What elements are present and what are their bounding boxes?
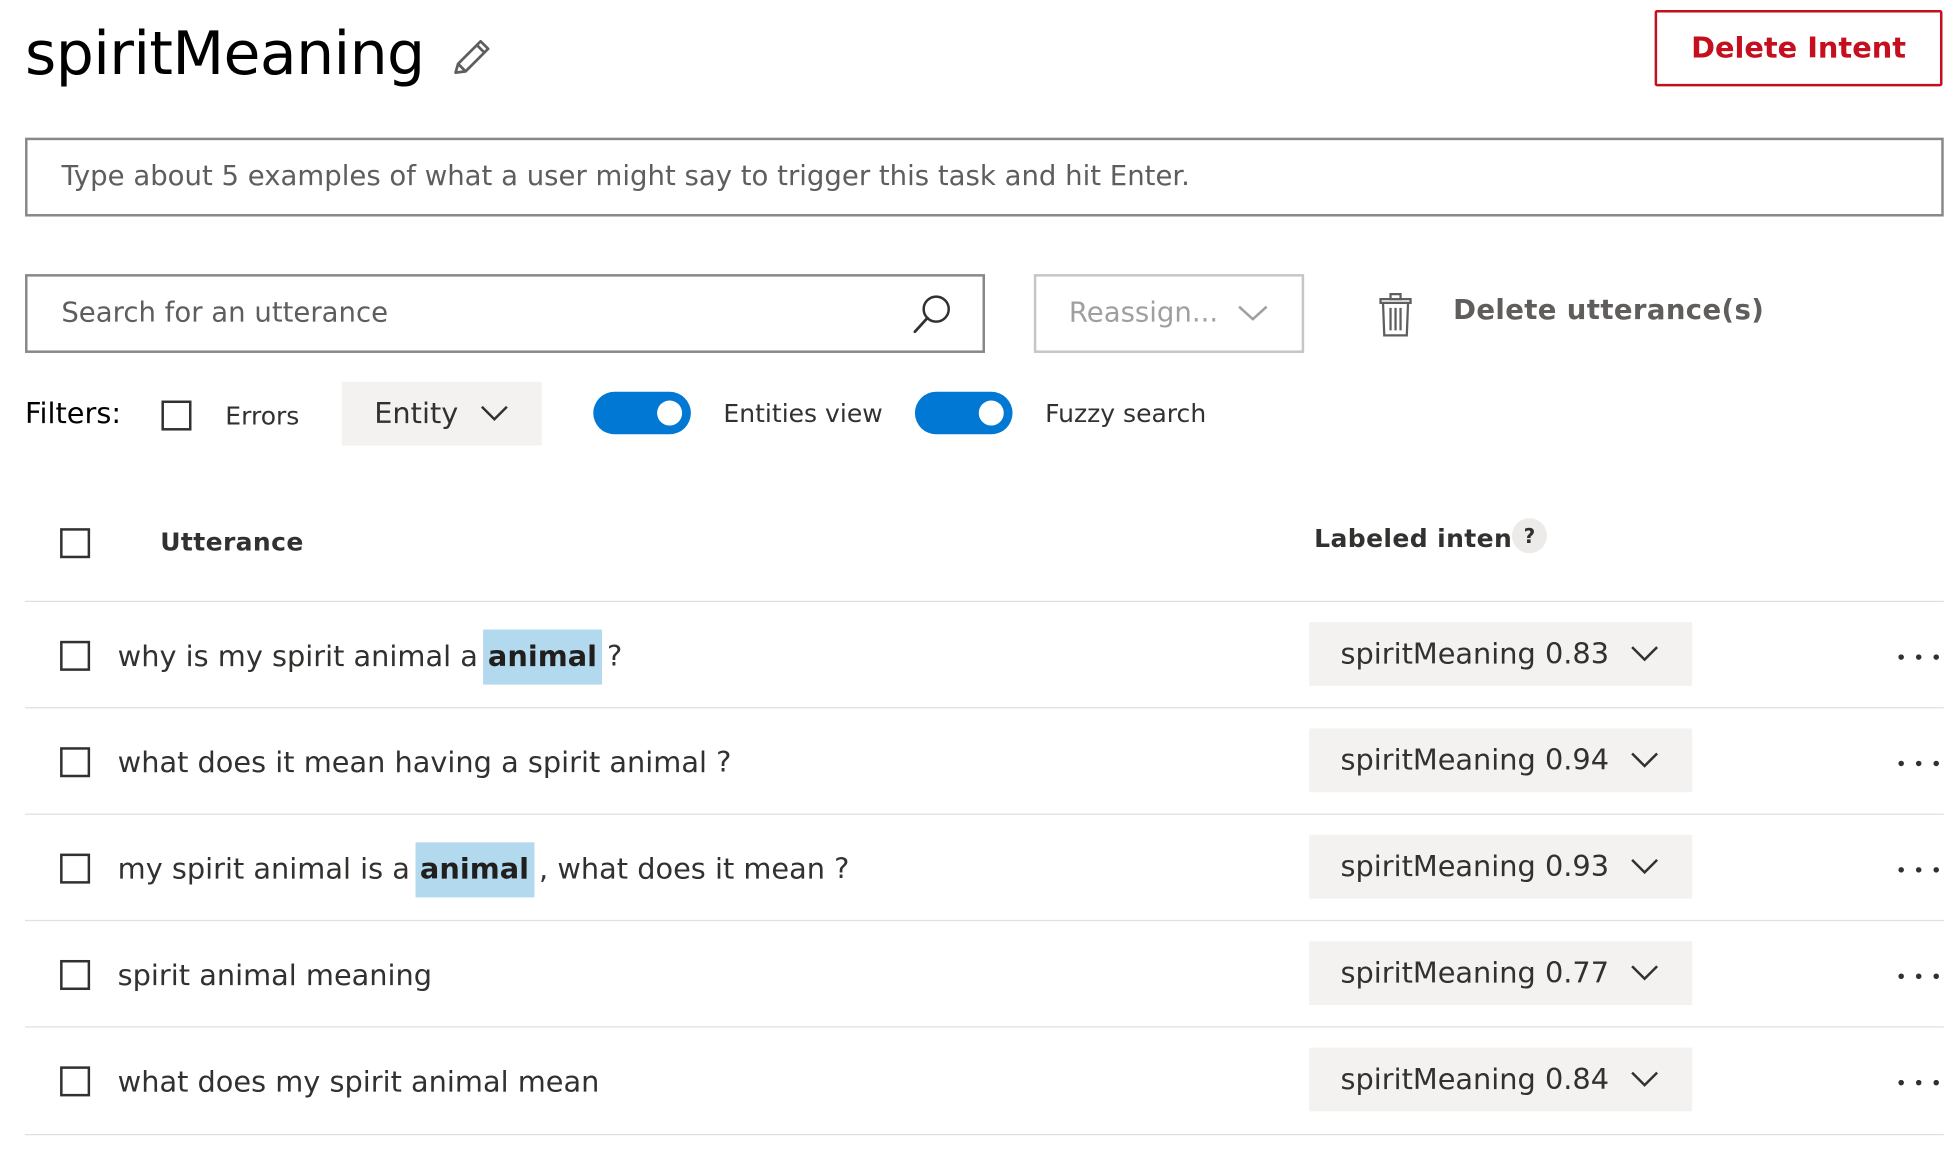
utterance-segment: what does it mean having a spirit animal…	[117, 747, 732, 780]
chevron-down-icon	[1631, 1071, 1659, 1087]
utterance-text: what does my spirit animal mean	[118, 1055, 600, 1110]
row-checkbox[interactable]	[60, 640, 91, 671]
more-icon[interactable]	[1894, 959, 1944, 989]
chevron-down-icon	[1631, 752, 1659, 768]
more-icon[interactable]	[1894, 746, 1944, 776]
more-icon[interactable]	[1894, 852, 1944, 882]
row-checkbox[interactable]	[60, 853, 91, 884]
entity-label[interactable]: animal	[414, 842, 535, 898]
chevron-down-icon	[1631, 858, 1659, 875]
pencil-icon[interactable]	[448, 34, 496, 82]
utterance-segment: , what does it mean ?	[539, 853, 850, 887]
chevron-down-icon	[1631, 646, 1659, 662]
table-row[interactable]: what does my spirit animal mean spiritMea…	[25, 1026, 1944, 1136]
page-title: spiritMeaning	[25, 18, 425, 89]
row-checkbox[interactable]	[60, 747, 91, 778]
chevron-down-icon	[1238, 305, 1268, 321]
labeled-intent-dropdown[interactable]: spiritMeaning 0.93	[1309, 834, 1693, 899]
entities-view-toggle[interactable]	[593, 391, 691, 435]
table-row[interactable]: why is my spirit animal a animal? spiritMe…	[25, 600, 1944, 709]
utterance-column-header[interactable]: Utterance	[160, 527, 304, 557]
utterance-segment: my spirit animal is a	[117, 853, 410, 887]
errors-label: Errors	[225, 400, 300, 431]
help-icon[interactable]: ?	[1511, 518, 1547, 554]
labeled-intent-column-header[interactable]: Labeled intent	[1314, 523, 1524, 553]
labeled-intent-value: spiritMeaning 0.93	[1340, 850, 1610, 884]
entities-view-label: Entities view	[723, 398, 883, 429]
utterance-text: my spirit animal is a animal, what does i…	[117, 842, 850, 898]
table-row[interactable]: my spirit animal is a animal, what does i…	[25, 813, 1944, 922]
select-all-checkbox[interactable]	[60, 528, 91, 559]
entity-filter-dropdown[interactable]: Entity	[341, 381, 542, 446]
fuzzy-search-label: Fuzzy search	[1045, 398, 1207, 429]
labeled-intent-value: spiritMeaning 0.77	[1340, 956, 1610, 990]
chevron-down-icon	[480, 405, 508, 422]
utterance-text: what does it mean having a spirit animal…	[118, 736, 732, 791]
chevron-down-icon	[1631, 965, 1659, 981]
labeled-intent-value: spiritMeaning 0.84	[1340, 1063, 1610, 1096]
table-row[interactable]: spirit animal meaning spiritMeaning 0.77	[25, 919, 1944, 1028]
utterance-segment: why is my spirit animal a	[117, 640, 478, 674]
entity-label[interactable]: animal	[482, 629, 603, 685]
reassign-label: Reassign...	[1068, 297, 1219, 330]
delete-intent-button[interactable]: Delete Intent	[1654, 10, 1943, 87]
utterance-text: why is my spirit animal a animal?	[117, 629, 623, 685]
utterance-segment: what does my spirit animal mean	[117, 1066, 600, 1099]
utterance-text: spirit animal meaning	[118, 949, 432, 1004]
example-utterance-input[interactable]	[25, 137, 1944, 217]
toggle-knob	[978, 400, 1004, 426]
row-checkbox[interactable]	[60, 959, 91, 991]
search-input[interactable]	[27, 276, 892, 351]
search-box	[25, 274, 986, 353]
errors-checkbox[interactable]	[161, 400, 192, 431]
labeled-intent-dropdown[interactable]: spiritMeaning 0.77	[1309, 941, 1693, 1006]
labeled-intent-dropdown[interactable]: spiritMeaning 0.83	[1309, 622, 1693, 686]
more-icon[interactable]	[1894, 640, 1944, 670]
search-icon[interactable]	[910, 292, 955, 337]
row-checkbox[interactable]	[60, 1066, 91, 1097]
utterance-segment: spirit animal meaning	[117, 959, 433, 993]
table-row[interactable]: what does it mean having a spirit animal…	[25, 707, 1944, 815]
labeled-intent-value: spiritMeaning 0.83	[1340, 637, 1610, 671]
reassign-dropdown[interactable]: Reassign...	[1033, 274, 1305, 353]
entity-filter-label: Entity	[374, 397, 459, 430]
fuzzy-search-toggle[interactable]	[914, 391, 1013, 435]
utterance-segment: ?	[607, 640, 623, 674]
labeled-intent-dropdown[interactable]: spiritMeaning 0.94	[1309, 728, 1693, 793]
trash-icon[interactable]	[1377, 292, 1415, 338]
delete-utterances-button[interactable]: Delete utterance(s)	[1453, 295, 1764, 326]
filters-label: Filters:	[25, 398, 122, 431]
more-icon[interactable]	[1894, 1065, 1944, 1095]
labeled-intent-dropdown[interactable]: spiritMeaning 0.84	[1309, 1047, 1693, 1112]
labeled-intent-value: spiritMeaning 0.94	[1340, 744, 1610, 777]
toggle-knob	[657, 400, 683, 426]
